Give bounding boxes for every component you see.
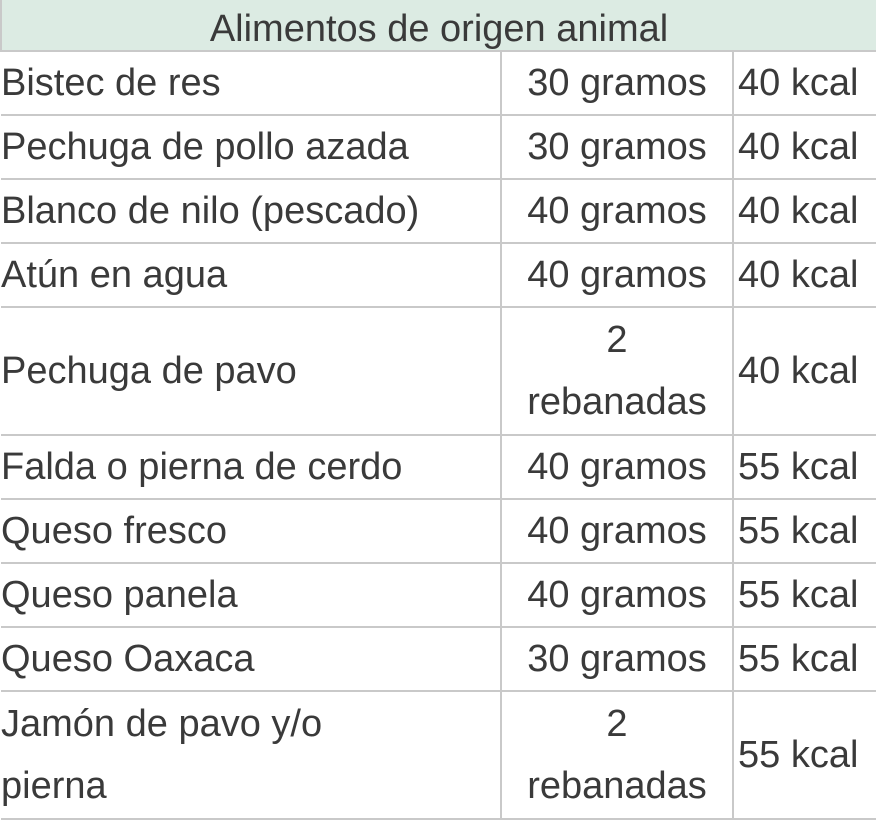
food-kcal: 55 kcal [732, 690, 876, 820]
food-name: Pechuga de pavo [1, 306, 502, 436]
table-row: Atún en agua 40 gramos 40 kcal [1, 242, 876, 308]
food-name: Queso fresco [1, 498, 502, 564]
food-kcal: 40 kcal [732, 50, 876, 116]
food-quantity: 30 gramos [500, 50, 734, 116]
quantity-line: 2 [606, 319, 628, 361]
food-kcal: 55 kcal [732, 434, 876, 500]
table-row: Blanco de nilo (pescado) 40 gramos 40 kc… [1, 178, 876, 244]
food-name: Bistec de res [1, 50, 502, 116]
quantity-line: rebanadas [527, 381, 707, 423]
food-quantity: 30 gramos [500, 114, 734, 180]
food-quantity: 30 gramos [500, 626, 734, 692]
food-kcal: 55 kcal [732, 626, 876, 692]
food-quantity: 40 gramos [500, 434, 734, 500]
food-name: Jamón de pavo y/o pierna [1, 690, 502, 820]
table-header-row: Alimentos de origen animal [0, 0, 876, 52]
food-quantity: 40 gramos [500, 242, 734, 308]
name-line: pierna [1, 765, 107, 807]
food-kcal: 40 kcal [732, 306, 876, 436]
table-row: Pechuga de pavo 2 rebanadas 40 kcal [1, 306, 876, 436]
table-row: Pechuga de pollo azada 30 gramos 40 kcal [1, 114, 876, 180]
food-name: Falda o pierna de cerdo [1, 434, 502, 500]
food-kcal: 40 kcal [732, 114, 876, 180]
food-quantity: 2 rebanadas [500, 306, 734, 436]
food-quantity: 40 gramos [500, 562, 734, 628]
food-quantity: 40 gramos [500, 178, 734, 244]
food-quantity: 2 rebanadas [500, 690, 734, 820]
quantity-line: 2 [606, 703, 628, 745]
food-kcal: 40 kcal [732, 178, 876, 244]
food-name: Blanco de nilo (pescado) [1, 178, 502, 244]
food-quantity: 40 gramos [500, 498, 734, 564]
name-line: Jamón de pavo y/o [1, 703, 323, 745]
food-kcal: 55 kcal [732, 498, 876, 564]
food-table: Alimentos de origen animal Bistec de res… [0, 0, 876, 820]
table-row: Falda o pierna de cerdo 40 gramos 55 kca… [1, 434, 876, 500]
table-row: Bistec de res 30 gramos 40 kcal [1, 50, 876, 116]
table-row: Queso fresco 40 gramos 55 kcal [1, 498, 876, 564]
food-name: Pechuga de pollo azada [1, 114, 502, 180]
food-name: Queso Oaxaca [1, 626, 502, 692]
quantity-line: rebanadas [527, 765, 707, 807]
food-name: Atún en agua [1, 242, 502, 308]
food-kcal: 55 kcal [732, 562, 876, 628]
table-row: Queso Oaxaca 30 gramos 55 kcal [1, 626, 876, 692]
table-title: Alimentos de origen animal [0, 0, 876, 52]
table-row: Jamón de pavo y/o pierna 2 rebanadas 55 … [1, 690, 876, 820]
food-name: Queso panela [1, 562, 502, 628]
food-kcal: 40 kcal [732, 242, 876, 308]
table-row: Queso panela 40 gramos 55 kcal [1, 562, 876, 628]
